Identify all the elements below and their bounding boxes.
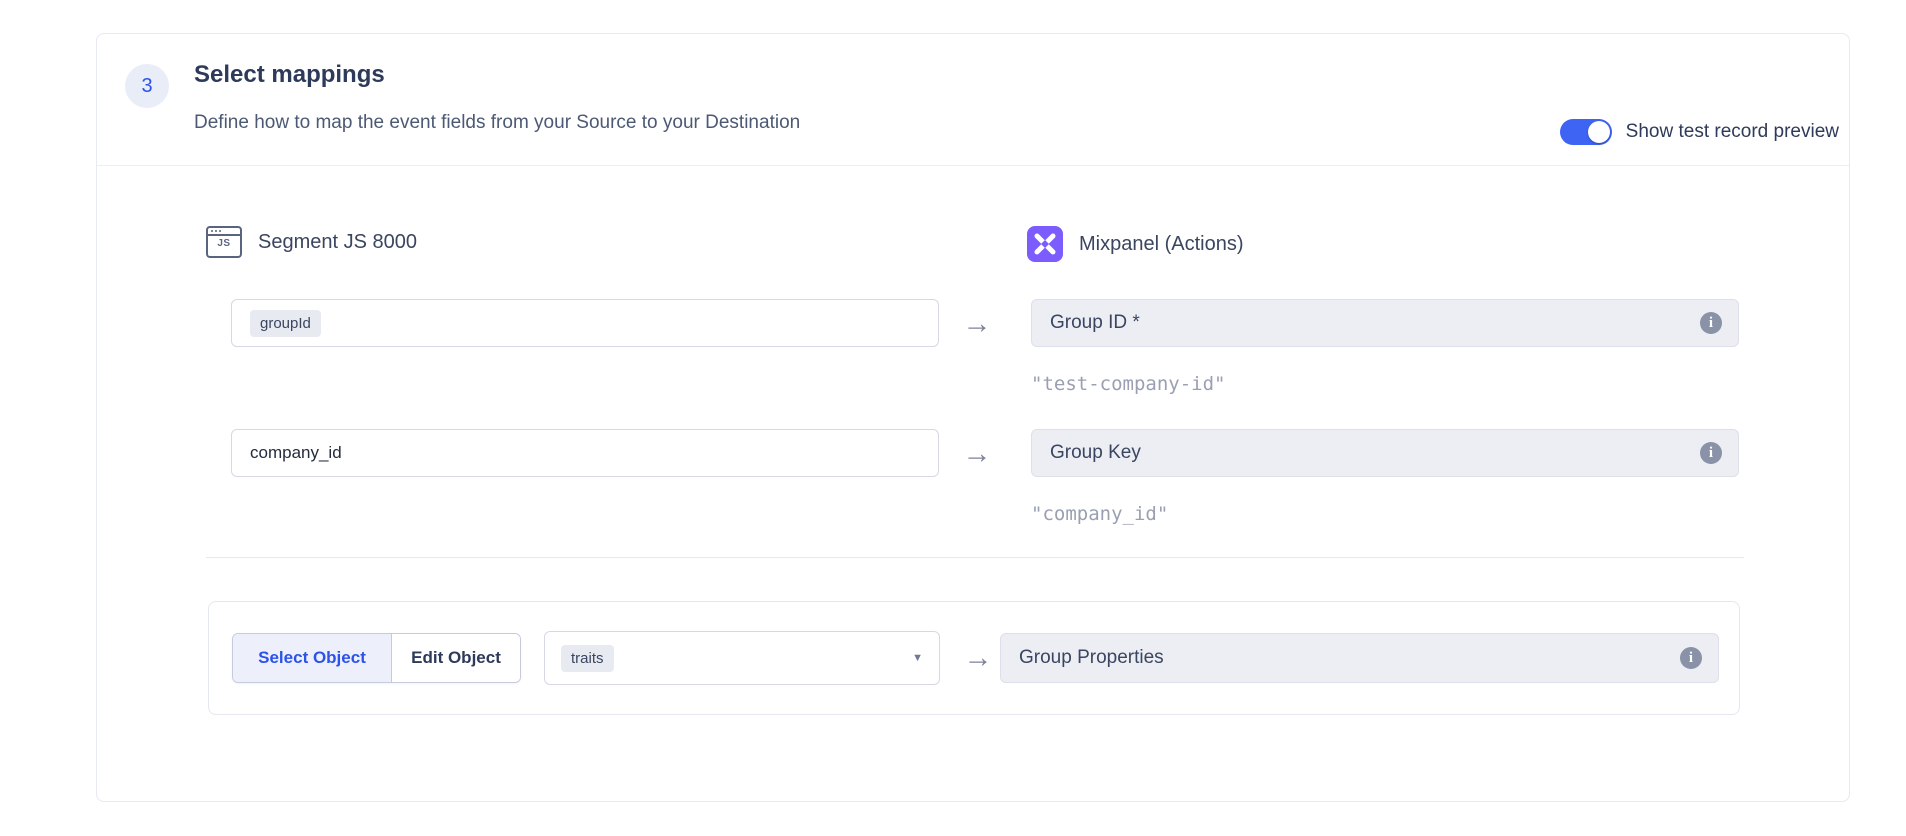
page-title: Select mappings [194, 61, 385, 89]
destination-field-label: Group Key [1050, 442, 1700, 464]
destination-field-group-key: Group Key i [1031, 429, 1739, 477]
object-mode-button-group: Select Object Edit Object [232, 633, 521, 683]
step-number-badge: 3 [125, 64, 169, 108]
page-subtitle: Define how to map the event fields from … [194, 112, 800, 134]
object-source-dropdown[interactable]: traits ▼ [544, 631, 940, 685]
arrow-right-icon: → [956, 642, 1000, 675]
info-icon[interactable]: i [1700, 312, 1722, 334]
destination-field-label: Group Properties [1019, 647, 1680, 669]
edit-object-button[interactable]: Edit Object [392, 634, 520, 682]
test-record-preview-value: "company_id" [1031, 503, 1168, 525]
test-record-preview-control: Show test record preview [1560, 119, 1839, 145]
source-field-input-groupid[interactable]: groupId [231, 299, 939, 347]
destination-header: Mixpanel (Actions) [1027, 226, 1244, 262]
source-token-chip[interactable]: groupId [250, 310, 321, 337]
source-field-value: company_id [250, 443, 342, 463]
destination-field-group-properties: Group Properties i [1000, 633, 1719, 683]
selected-object-chip: traits [561, 645, 614, 672]
test-record-preview-value: "test-company-id" [1031, 373, 1225, 395]
toggle-knob-icon [1588, 121, 1610, 143]
card-header: 3 Select mappings Define how to map the … [97, 34, 1849, 166]
destination-field-group-id: Group ID * i [1031, 299, 1739, 347]
toggle-label: Show test record preview [1626, 121, 1839, 143]
chevron-down-icon: ▼ [912, 652, 923, 664]
browser-js-icon: JS [206, 226, 242, 258]
destination-name: Mixpanel (Actions) [1079, 233, 1244, 256]
arrow-right-icon: → [955, 438, 999, 471]
section-divider [206, 557, 1744, 558]
select-mappings-card: 3 Select mappings Define how to map the … [96, 33, 1850, 802]
object-mapping-box: Select Object Edit Object traits ▼ → Gro… [208, 601, 1740, 715]
select-object-button[interactable]: Select Object [233, 634, 392, 682]
browser-bar-icon [208, 228, 240, 236]
arrow-right-icon: → [955, 308, 999, 341]
info-icon[interactable]: i [1700, 442, 1722, 464]
source-header: JS Segment JS 8000 [206, 226, 417, 258]
destination-field-label: Group ID * [1050, 312, 1700, 334]
show-test-record-toggle[interactable] [1560, 119, 1612, 145]
source-field-input-company-id[interactable]: company_id [231, 429, 939, 477]
info-icon[interactable]: i [1680, 647, 1702, 669]
source-name: Segment JS 8000 [258, 231, 417, 254]
mixpanel-icon [1027, 226, 1063, 262]
